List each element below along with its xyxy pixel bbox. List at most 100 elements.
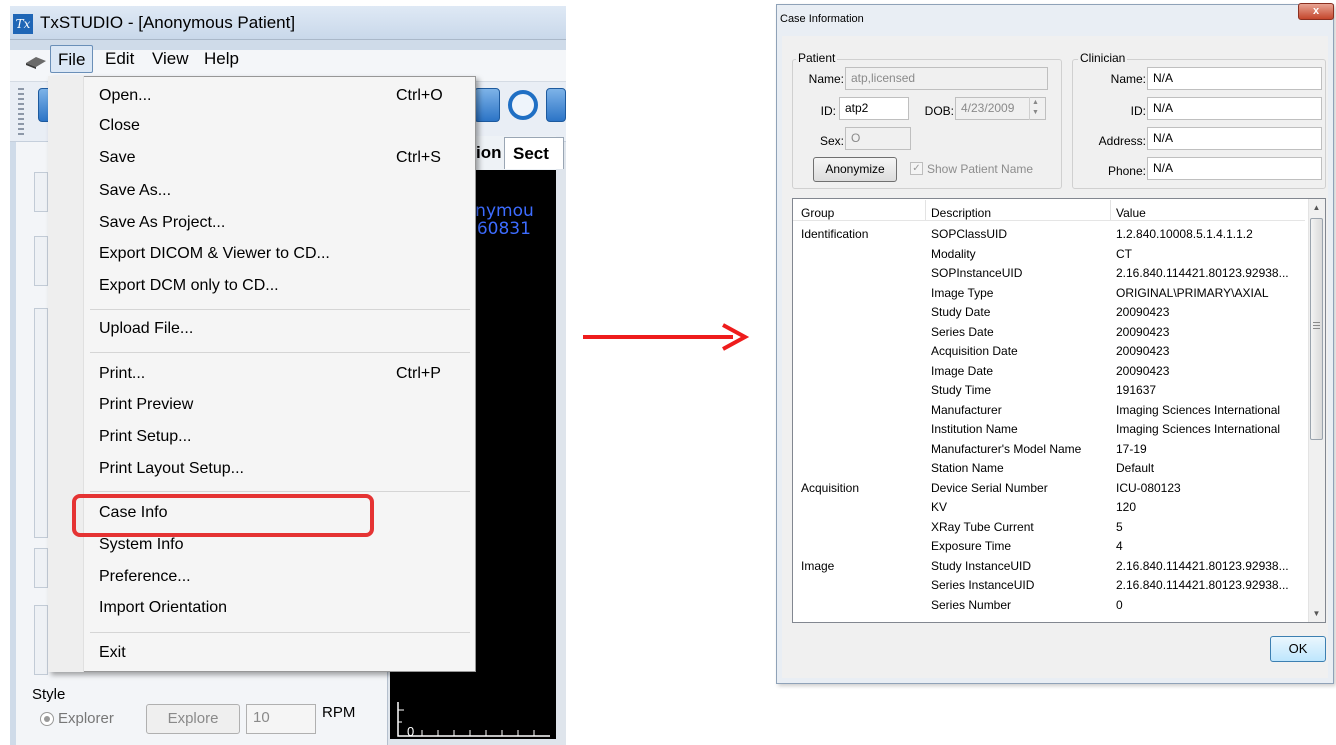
table-row[interactable]: Image Type ORIGINAL\PRIMARY\AXIAL (793, 283, 1305, 303)
cell-value: Imaging Sciences International (1116, 402, 1281, 417)
menu-help[interactable]: Help (197, 45, 246, 73)
column-divider[interactable] (1110, 200, 1111, 220)
menu-shortcut-print: Ctrl+P (396, 365, 441, 382)
menu-shortcut-open: Ctrl+O (396, 87, 443, 104)
case-info-highlight-box (72, 494, 374, 537)
table-row[interactable]: Manufacturer Imaging Sciences Internation… (793, 400, 1305, 420)
patient-name-field[interactable]: atp,licensed (845, 67, 1048, 90)
table-row[interactable]: Image Date 20090423 (793, 361, 1305, 381)
show-patient-name-checkbox[interactable]: ✓ (910, 162, 923, 175)
cell-value: 0 (1116, 597, 1123, 612)
menu-item-export-dicom-viewer[interactable]: Export DICOM & Viewer to CD... (99, 245, 330, 263)
explorer-radio[interactable] (40, 712, 54, 726)
menu-item-close[interactable]: Close (99, 117, 140, 135)
menu-view[interactable]: View (145, 45, 196, 73)
table-row[interactable]: Study Time 191637 (793, 380, 1305, 400)
patient-id-field[interactable]: atp2 (839, 97, 909, 120)
cell-description: Device Serial Number (931, 480, 1048, 495)
table-row[interactable]: Series Date 20090423 (793, 322, 1305, 342)
table-row[interactable]: Institution Name Imaging Sciences Interna… (793, 419, 1305, 439)
menu-item-upload-file[interactable]: Upload File... (99, 320, 193, 338)
toolbar-grip[interactable] (18, 88, 24, 136)
close-button[interactable]: x (1298, 3, 1334, 20)
rpm-input[interactable]: 10 (246, 704, 316, 734)
menu-file[interactable]: File (50, 45, 94, 73)
spin-up-icon[interactable]: ▲ (1032, 99, 1039, 106)
scroll-up-arrow-icon[interactable]: ▲ (1308, 199, 1325, 216)
table-row[interactable]: Image Study InstanceUID 2.16.840.114421.80… (793, 556, 1305, 576)
cell-value: 17-19 (1116, 441, 1147, 456)
menu-item-save[interactable]: Save (99, 149, 135, 167)
table-row[interactable]: Acquisition Date 20090423 (793, 341, 1305, 361)
menu-item-import-orientation[interactable]: Import Orientation (99, 599, 227, 617)
table-row[interactable]: Series InstanceUID 2.16.840.114421.80123.… (793, 575, 1305, 595)
menu-separator (90, 352, 470, 353)
cell-description: XRay Tube Current (931, 519, 1034, 534)
sex-field[interactable]: O (845, 127, 911, 150)
cell-value: 4 (1116, 539, 1123, 553)
menu-item-print-layout-setup[interactable]: Print Layout Setup... (99, 460, 244, 478)
menu-item-print-setup[interactable]: Print Setup... (99, 428, 192, 446)
sex-label: Sex: (819, 134, 844, 148)
patient-id-label: ID: (820, 104, 836, 118)
table-row[interactable]: Series Number 0 (793, 595, 1305, 615)
scroll-down-arrow-icon[interactable]: ▼ (1308, 605, 1325, 622)
circle-tool-icon[interactable] (508, 90, 538, 120)
cell-description: Study Time (931, 383, 992, 397)
cell-group: Acquisition (801, 480, 860, 495)
menu-item-save-as[interactable]: Save As... (99, 182, 171, 200)
menu-item-save-as-project[interactable]: Save As Project... (99, 214, 225, 232)
cell-description: Series Date (931, 324, 994, 339)
clinician-name-field[interactable]: N/A (1147, 67, 1322, 90)
column-header-value[interactable]: Value (1116, 206, 1146, 220)
table-row[interactable]: XRay Tube Current 5 (793, 517, 1305, 537)
scrollbar-grip-icon (1313, 322, 1320, 330)
ok-button[interactable]: OK (1270, 636, 1326, 662)
cell-value: 20090423 (1116, 344, 1170, 358)
table-row[interactable]: Station Name Default (793, 458, 1305, 478)
menu-item-preference[interactable]: Preference... (99, 568, 191, 586)
cell-description: Acquisition Date (931, 344, 1018, 358)
column-divider[interactable] (925, 200, 926, 220)
table-row[interactable]: SOPInstanceUID 2.16.840.114421.80123.9293… (793, 263, 1305, 283)
clinician-id-field[interactable]: N/A (1147, 97, 1322, 120)
column-header-group[interactable]: Group (801, 206, 834, 220)
explore-button[interactable]: Explore (146, 704, 240, 734)
column-header-description[interactable]: Description (931, 206, 991, 220)
clinician-phone-field[interactable]: N/A (1147, 157, 1322, 180)
table-row[interactable]: Study Date 20090423 (793, 302, 1305, 322)
cell-description: Image Date (931, 363, 994, 378)
table-header (793, 199, 1305, 221)
tab-section[interactable]: Sect (504, 137, 564, 169)
table-row[interactable]: Identification SOPClassUID 1.2.840.10008.5… (793, 224, 1305, 244)
toolbar-button[interactable] (546, 88, 566, 122)
dob-label: DOB: (924, 104, 954, 118)
table-row[interactable]: KV 120 (793, 497, 1305, 517)
toolbar-button[interactable] (474, 88, 500, 122)
menu-item-print-preview[interactable]: Print Preview (99, 396, 193, 414)
table-row[interactable]: Manufacturer's Model Name 17-19 (793, 439, 1305, 459)
spin-down-icon[interactable]: ▼ (1032, 109, 1039, 116)
table-row[interactable]: Acquisition Device Serial Number ICU-08012… (793, 478, 1305, 498)
menu-item-print[interactable]: Print... (99, 365, 145, 383)
menu-item-system-info[interactable]: System Info (99, 536, 183, 554)
cell-description: KV (931, 500, 948, 514)
table-row[interactable]: Exposure Time 4 (793, 536, 1305, 556)
menu-item-export-dcm-only[interactable]: Export DCM only to CD... (99, 277, 279, 295)
menu-edit[interactable]: Edit (98, 45, 141, 73)
panel-control (34, 548, 48, 588)
dob-spinner[interactable]: ▲ ▼ (1029, 97, 1045, 120)
menu-item-open[interactable]: Open... (99, 87, 151, 105)
cell-description: Institution Name (931, 422, 1018, 436)
tab-partial[interactable]: ion (476, 143, 502, 163)
menu-icon-gutter (48, 76, 84, 672)
menu-item-exit[interactable]: Exit (99, 644, 126, 662)
table-rows: Identification SOPClassUID 1.2.840.10008.5… (793, 224, 1305, 614)
anonymize-button[interactable]: Anonymize (813, 157, 897, 182)
app-menu-icon[interactable] (24, 54, 48, 70)
table-row[interactable]: Modality CT (793, 244, 1305, 264)
show-patient-name-label: Show Patient Name (927, 162, 1034, 176)
cell-value: 20090423 (1116, 305, 1170, 319)
clinician-address-field[interactable]: N/A (1147, 127, 1322, 150)
cell-description: Series Number (931, 597, 1012, 612)
